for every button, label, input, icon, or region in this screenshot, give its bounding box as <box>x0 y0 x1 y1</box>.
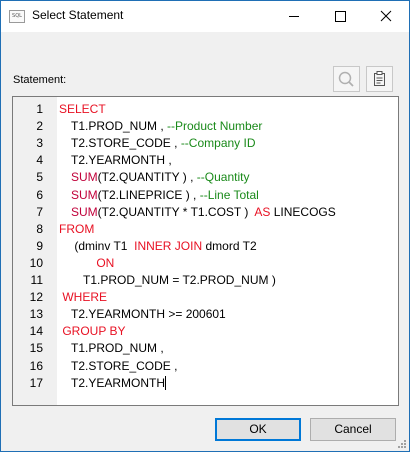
sql-text: T2.YEARMONTH >= 200601 <box>71 307 226 322</box>
code-line: SUM(T2.LINEPRICE ) , --Line Total <box>71 188 259 202</box>
code-line: SUM(T2.QUANTITY * T1.COST ) AS LINECOGS <box>71 205 336 219</box>
code-line: WHERE <box>59 290 107 304</box>
line-number: 11 <box>30 273 43 287</box>
minimize-icon <box>289 16 299 17</box>
line-number: 16 <box>29 358 43 373</box>
sql-icon: SQL <box>9 10 25 23</box>
line-number: 3 <box>36 136 43 151</box>
line-number: 4 <box>36 153 43 168</box>
statement-label: Statement: <box>13 74 67 86</box>
code-line: ON <box>83 256 114 270</box>
select-statement-dialog: SQL Select Statement Statement: 1 SELECT 2… <box>0 0 410 452</box>
code-line: T1.PROD_NUM , <box>71 341 164 355</box>
line-number: 2 <box>36 119 43 134</box>
line-number: 5 <box>36 170 43 185</box>
text-caret <box>165 375 167 390</box>
sql-text: T2.YEARMONTH <box>71 375 166 390</box>
code-line: T1.PROD_NUM = T2.PROD_NUM ) <box>83 273 276 287</box>
code-line: T2.YEARMONTH >= 200601 <box>71 307 226 321</box>
window-title: Select Statement <box>32 8 124 22</box>
sql-text: T2.YEARMONTH , <box>71 153 172 168</box>
sql-keyword: ON <box>83 255 115 270</box>
line-number: 14 <box>29 324 43 339</box>
cancel-button[interactable]: Cancel <box>310 418 396 441</box>
code-line: T2.YEARMONTH , <box>71 153 172 167</box>
sql-comment: --Product Number <box>167 119 263 134</box>
code-line: GROUP BY <box>59 324 125 338</box>
code-line: (dminv T1 INNER JOIN dmord T2 <box>71 238 257 253</box>
code-line: SELECT <box>59 102 106 116</box>
statement-editor[interactable]: 1 SELECT 2 T1.PROD_NUM , --Product Number 3 T… <box>12 96 399 406</box>
line-number: 1 <box>36 102 43 116</box>
sql-keyword: FROM <box>59 221 95 236</box>
code-line: T2.STORE_CODE , --Company ID <box>71 136 256 150</box>
sql-keyword: AS <box>254 204 271 219</box>
sql-text: LINECOGS <box>270 204 336 219</box>
sql-text: T2.STORE_CODE , <box>71 136 181 151</box>
close-icon <box>380 10 392 22</box>
line-number: 13 <box>29 307 43 322</box>
maximize-button[interactable] <box>317 1 363 32</box>
sql-keyword: INNER JOIN <box>134 238 203 253</box>
close-button[interactable] <box>363 1 409 32</box>
maximize-icon <box>335 11 346 22</box>
sql-comment: --Company ID <box>180 136 256 151</box>
sql-text: T2.STORE_CODE , <box>71 358 178 373</box>
sql-text: (T2.QUANTITY * T1.COST ) <box>97 204 255 219</box>
sql-function: SUM <box>71 204 98 219</box>
resize-grip-icon[interactable] <box>397 439 407 449</box>
sql-text: T1.PROD_NUM , <box>71 341 164 356</box>
ok-button[interactable]: OK <box>215 418 301 441</box>
code-line: SUM(T2.QUANTITY ) , --Quantity <box>71 170 249 184</box>
line-number: 7 <box>36 204 43 219</box>
sql-text: (dminv T1 <box>71 238 135 253</box>
code-line: T2.STORE_CODE , <box>71 359 177 373</box>
sql-text: dmord T2 <box>202 238 257 253</box>
code-line: T2.YEARMONTH <box>71 375 167 390</box>
sql-comment: --Line Total <box>199 187 259 202</box>
line-number: 10 <box>29 255 43 270</box>
clipboard-button[interactable] <box>366 66 393 92</box>
sql-comment: --Quantity <box>196 170 250 185</box>
code-line: T1.PROD_NUM , --Product Number <box>71 119 262 133</box>
search-icon <box>338 71 354 87</box>
clipboard-icon <box>374 71 385 86</box>
sql-keyword: SELECT <box>59 102 106 116</box>
line-number: 15 <box>29 341 43 356</box>
sql-function: SUM <box>71 187 98 202</box>
search-button[interactable] <box>333 66 360 92</box>
sql-text: (T2.LINEPRICE ) , <box>97 187 200 202</box>
sql-text: (T2.QUANTITY ) , <box>97 170 197 185</box>
line-number: 8 <box>36 221 43 236</box>
sql-keyword: WHERE <box>59 290 107 305</box>
line-number: 6 <box>36 187 43 202</box>
sql-text: T1.PROD_NUM , <box>71 119 168 134</box>
code-line: FROM <box>59 222 94 236</box>
line-number: 9 <box>36 238 43 253</box>
sql-text: T1.PROD_NUM = T2.PROD_NUM ) <box>83 273 276 287</box>
sql-keyword: GROUP BY <box>59 324 126 339</box>
sql-function: SUM <box>71 170 98 185</box>
line-number: 17 <box>29 375 43 390</box>
line-number: 12 <box>29 290 43 305</box>
minimize-button[interactable] <box>271 1 317 32</box>
title-bar: SQL Select Statement <box>1 1 409 32</box>
